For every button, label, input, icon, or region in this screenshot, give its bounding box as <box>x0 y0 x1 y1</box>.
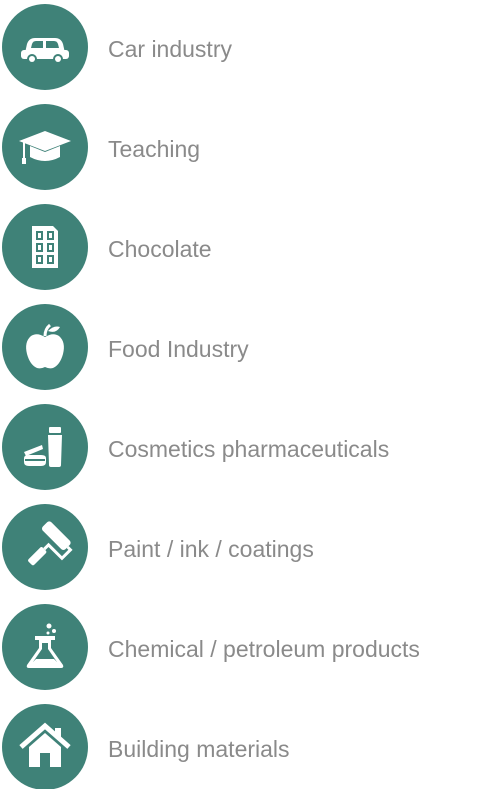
list-item-label: Teaching <box>108 136 201 162</box>
list-item-teaching[interactable]: Teaching <box>0 100 478 200</box>
list-item-label: Paint / ink / coatings <box>108 536 314 562</box>
cosmetics-icon <box>2 404 88 490</box>
flask-icon <box>2 604 88 690</box>
paint-roller-icon <box>2 504 88 590</box>
list-item-paint-ink-coatings[interactable]: Paint / ink / coatings <box>0 500 478 600</box>
list-item-label: Cosmetics pharmaceuticals <box>108 436 390 462</box>
list-item-building-materials[interactable]: Building materials <box>0 700 478 789</box>
house-icon <box>2 704 88 789</box>
list-item-label: Chemical / petroleum products <box>108 636 420 662</box>
list-item-food-industry[interactable]: Food Industry <box>0 300 478 400</box>
apple-icon <box>2 304 88 390</box>
chocolate-bar-icon <box>2 204 88 290</box>
list-item-chocolate[interactable]: Chocolate <box>0 200 478 300</box>
list-item-label: Car industry <box>108 36 232 62</box>
list-item-label: Chocolate <box>108 236 212 262</box>
graduation-cap-icon <box>2 104 88 190</box>
list-item-chemical-petroleum-products[interactable]: Chemical / petroleum products <box>0 600 478 700</box>
list-item-cosmetics-pharmaceuticals[interactable]: Cosmetics pharmaceuticals <box>0 400 478 500</box>
car-icon <box>2 4 88 90</box>
list-item-car-industry[interactable]: Car industry <box>0 0 478 100</box>
industry-list: Car industry Teaching Chocolate Food Ind… <box>0 0 478 789</box>
list-item-label: Food Industry <box>108 336 249 362</box>
list-item-label: Building materials <box>108 736 290 762</box>
